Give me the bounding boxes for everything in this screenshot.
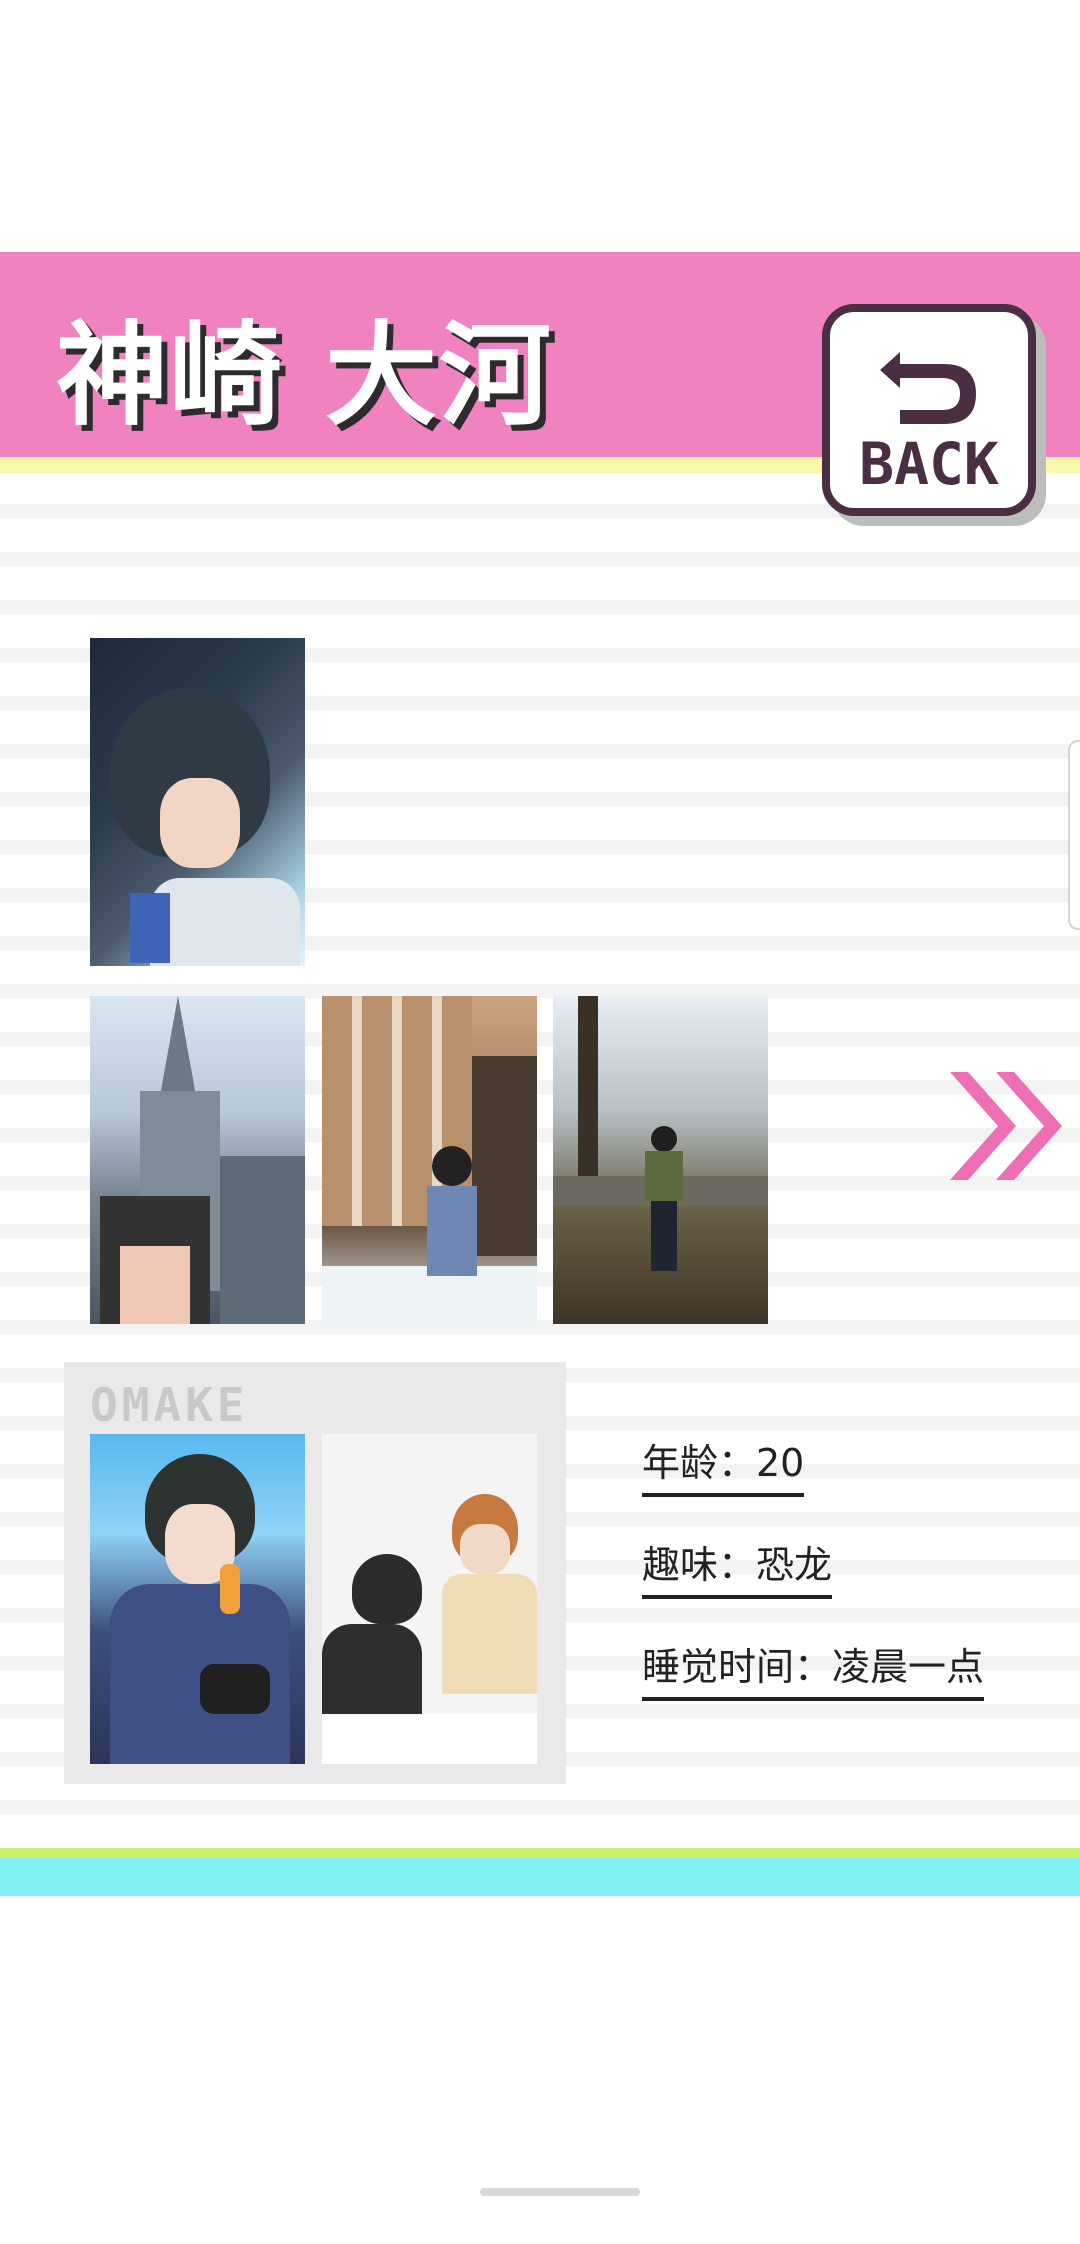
back-button[interactable]: BACK — [822, 304, 1036, 516]
omake-illustration-1[interactable] — [90, 1434, 305, 1764]
footer-band-cyan — [0, 1858, 1080, 1896]
next-label: >> — [950, 1072, 952, 1073]
character-name-title: 神崎 大河 — [56, 311, 553, 441]
double-chevron-right-icon[interactable]: >> — [950, 1072, 1070, 1180]
gallery-photo-church[interactable] — [90, 996, 305, 1324]
side-scroll-handle[interactable] — [1068, 740, 1080, 930]
back-arrow-icon: BACK — [859, 352, 999, 498]
character-portrait[interactable] — [90, 638, 305, 966]
profile-age: 年龄：20 — [642, 1432, 805, 1497]
omake-label: OMAKE — [90, 1378, 249, 1432]
home-indicator[interactable] — [480, 2188, 640, 2196]
profile-sleep-time: 睡觉时间：凌晨一点 — [642, 1636, 985, 1701]
back-text: BACK — [859, 430, 999, 498]
gallery-photo-tree[interactable] — [553, 996, 768, 1324]
footer-band-green — [0, 1848, 1080, 1858]
gallery-photo-building[interactable] — [322, 996, 537, 1324]
omake-illustration-2[interactable] — [322, 1434, 537, 1764]
profile-hobby: 趣味：恐龙 — [642, 1534, 833, 1599]
